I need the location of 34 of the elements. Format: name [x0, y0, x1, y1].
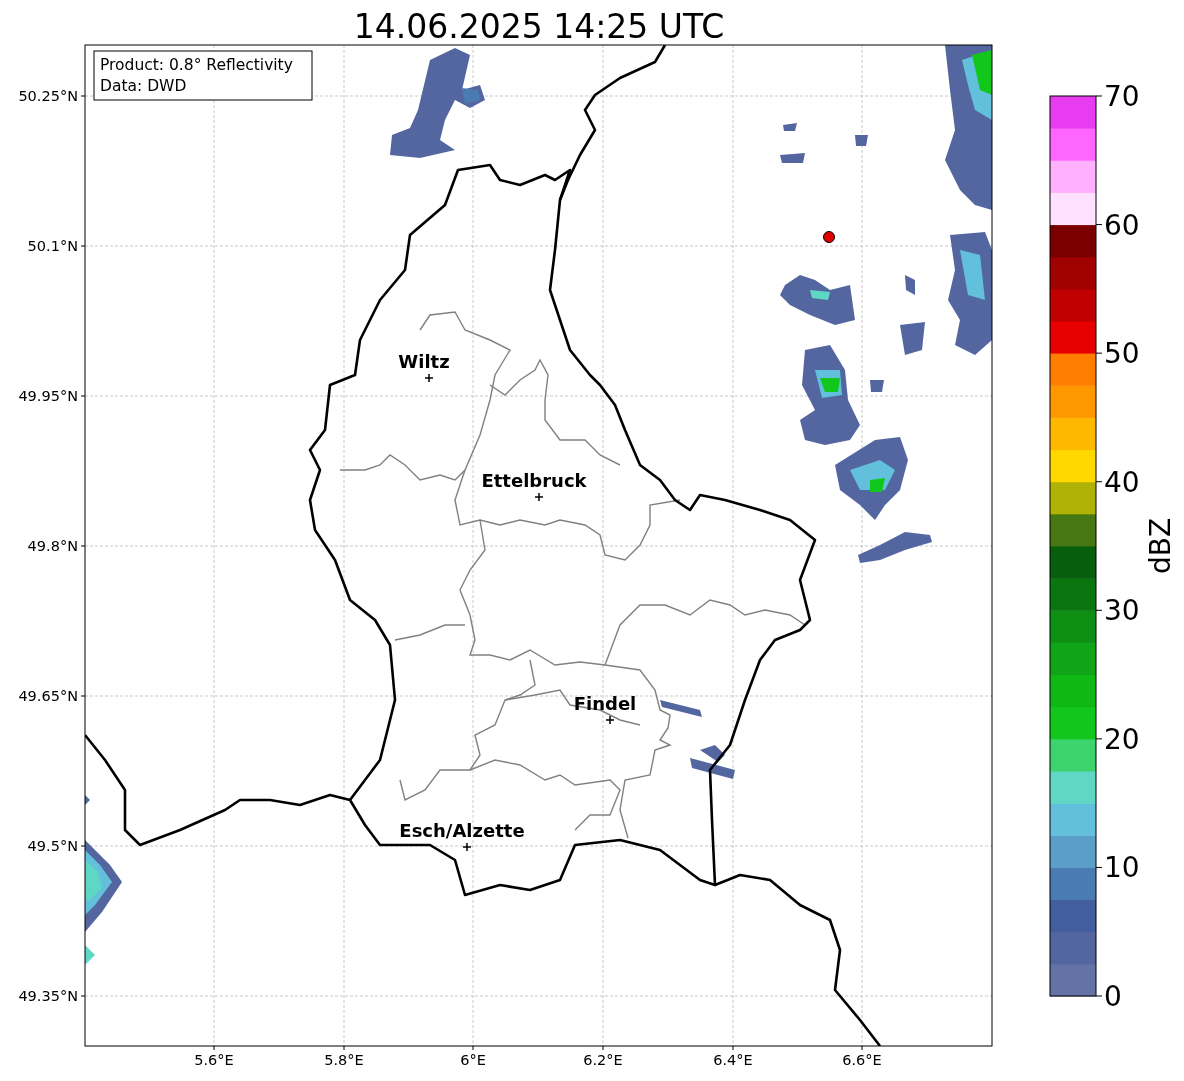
colorbar-tick-label: 40 — [1104, 465, 1140, 499]
y-axis-tick-label: 49.65°N — [18, 688, 78, 704]
city-label: Ettelbruck — [481, 470, 587, 491]
city-marker-icon — [534, 492, 544, 502]
info-text: Data: DWD — [100, 77, 187, 95]
colorbar-tick-label: 0 — [1104, 980, 1122, 1013]
x-axis-tick-label: 5.8°E — [324, 1052, 364, 1068]
colorbar-tick-label: 70 — [1104, 80, 1140, 113]
colorbar-tick-label: 30 — [1104, 594, 1140, 628]
colorbar-tick-label: 50 — [1104, 337, 1140, 371]
colorbar-tick-label: 10 — [1104, 851, 1140, 885]
city-label: Findel — [573, 693, 637, 714]
city-label: Esch/Alzette — [399, 820, 525, 841]
radar-station-marker — [823, 231, 835, 243]
chart-title: 14.06.2025 14:25 UTC — [353, 7, 725, 46]
info-text: Product: 0.8° Reflectivity — [100, 56, 293, 74]
y-axis-tick-label: 49.8°N — [27, 538, 78, 554]
city-marker-icon — [605, 715, 615, 725]
y-axis-tick-label: 50.25°N — [18, 88, 78, 104]
x-axis-tick-label: 6.2°E — [583, 1052, 623, 1068]
y-axis-tick-label: 49.5°N — [27, 838, 78, 854]
x-axis-tick-label: 6.4°E — [713, 1052, 753, 1068]
y-axis-tick-label: 49.95°N — [18, 388, 78, 404]
city-marker-icon — [424, 373, 434, 383]
y-axis-tick-label: 50.1°N — [27, 238, 78, 254]
x-axis-tick-label: 5.6°E — [194, 1052, 234, 1068]
city-marker-icon — [462, 842, 472, 852]
colorbar-title: dBZ — [1144, 517, 1177, 575]
x-axis-tick-label: 6°E — [460, 1052, 486, 1068]
colorbar-tick-label: 20 — [1104, 722, 1140, 756]
city-label: Wiltz — [398, 351, 450, 372]
colorbar-tick-label: 60 — [1104, 208, 1140, 242]
y-axis-tick-label: 49.35°N — [18, 988, 78, 1004]
x-axis-tick-label: 6.6°E — [842, 1052, 882, 1068]
